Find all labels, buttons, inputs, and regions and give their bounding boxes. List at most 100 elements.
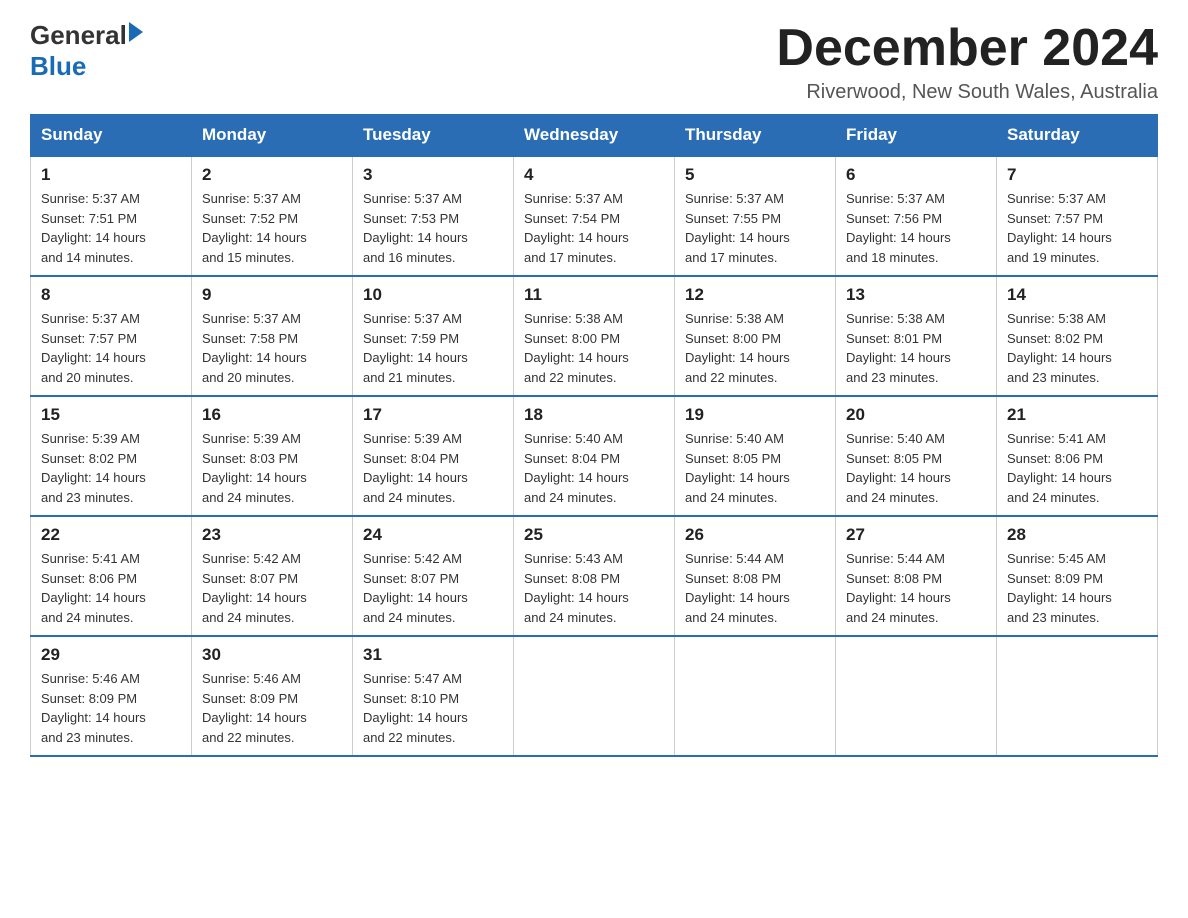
logo-blue: Blue (30, 51, 86, 82)
calendar-cell: 7 Sunrise: 5:37 AMSunset: 7:57 PMDaylight… (997, 156, 1158, 276)
day-number: 16 (202, 405, 342, 425)
month-title: December 2024 (776, 20, 1158, 77)
day-number: 27 (846, 525, 986, 545)
day-info: Sunrise: 5:37 AMSunset: 7:57 PMDaylight:… (41, 309, 181, 387)
day-number: 19 (685, 405, 825, 425)
day-number: 29 (41, 645, 181, 665)
day-info: Sunrise: 5:37 AMSunset: 7:57 PMDaylight:… (1007, 189, 1147, 267)
calendar-cell: 14Sunrise: 5:38 AMSunset: 8:02 PMDayligh… (997, 276, 1158, 396)
calendar-cell: 27Sunrise: 5:44 AMSunset: 8:08 PMDayligh… (836, 516, 997, 636)
calendar-cell (675, 636, 836, 756)
day-number: 25 (524, 525, 664, 545)
day-info: Sunrise: 5:37 AMSunset: 7:56 PMDaylight:… (846, 189, 986, 267)
logo-arrow-icon (129, 22, 143, 42)
calendar-cell: 5Sunrise: 5:37 AMSunset: 7:55 PMDaylight… (675, 156, 836, 276)
day-number: 2 (202, 165, 342, 185)
day-info: Sunrise: 5:41 AMSunset: 8:06 PMDaylight:… (1007, 429, 1147, 507)
day-number: 13 (846, 285, 986, 305)
calendar-cell: 13Sunrise: 5:38 AMSunset: 8:01 PMDayligh… (836, 276, 997, 396)
calendar-cell: 11 Sunrise: 5:38 AMSunset: 8:00 PMDayligh… (514, 276, 675, 396)
calendar-cell: 18 Sunrise: 5:40 AMSunset: 8:04 PMDayligh… (514, 396, 675, 516)
calendar-cell: 28 Sunrise: 5:45 AMSunset: 8:09 PMDayligh… (997, 516, 1158, 636)
day-info: Sunrise: 5:40 AMSunset: 8:05 PMDaylight:… (846, 429, 986, 507)
logo-general: General (30, 20, 127, 51)
calendar-cell: 4Sunrise: 5:37 AMSunset: 7:54 PMDaylight… (514, 156, 675, 276)
day-number: 11 (524, 285, 664, 305)
day-info: Sunrise: 5:43 AMSunset: 8:08 PMDaylight:… (524, 549, 664, 627)
weekday-header-monday: Monday (192, 115, 353, 157)
day-info: Sunrise: 5:46 AMSunset: 8:09 PMDaylight:… (41, 669, 181, 747)
calendar-cell (836, 636, 997, 756)
calendar-cell: 2 Sunrise: 5:37 AMSunset: 7:52 PMDaylight… (192, 156, 353, 276)
day-number: 17 (363, 405, 503, 425)
day-info: Sunrise: 5:39 AMSunset: 8:04 PMDaylight:… (363, 429, 503, 507)
day-number: 31 (363, 645, 503, 665)
day-info: Sunrise: 5:46 AMSunset: 8:09 PMDaylight:… (202, 669, 342, 747)
day-number: 28 (1007, 525, 1147, 545)
calendar-cell (997, 636, 1158, 756)
day-number: 30 (202, 645, 342, 665)
day-number: 1 (41, 165, 181, 185)
day-info: Sunrise: 5:38 AMSunset: 8:00 PMDaylight:… (685, 309, 825, 387)
day-info: Sunrise: 5:37 AMSunset: 7:53 PMDaylight:… (363, 189, 503, 267)
day-info: Sunrise: 5:45 AMSunset: 8:09 PMDaylight:… (1007, 549, 1147, 627)
calendar-week-row: 22 Sunrise: 5:41 AMSunset: 8:06 PMDayligh… (31, 516, 1158, 636)
day-info: Sunrise: 5:37 AMSunset: 7:54 PMDaylight:… (524, 189, 664, 267)
day-number: 7 (1007, 165, 1147, 185)
day-number: 18 (524, 405, 664, 425)
calendar-cell: 1 Sunrise: 5:37 AMSunset: 7:51 PMDaylight… (31, 156, 192, 276)
calendar-cell: 22 Sunrise: 5:41 AMSunset: 8:06 PMDayligh… (31, 516, 192, 636)
calendar-week-row: 15 Sunrise: 5:39 AMSunset: 8:02 PMDayligh… (31, 396, 1158, 516)
weekday-header-wednesday: Wednesday (514, 115, 675, 157)
weekday-header-tuesday: Tuesday (353, 115, 514, 157)
calendar-cell: 15 Sunrise: 5:39 AMSunset: 8:02 PMDayligh… (31, 396, 192, 516)
day-info: Sunrise: 5:37 AMSunset: 7:59 PMDaylight:… (363, 309, 503, 387)
day-number: 10 (363, 285, 503, 305)
day-number: 9 (202, 285, 342, 305)
day-info: Sunrise: 5:37 AMSunset: 7:52 PMDaylight:… (202, 189, 342, 267)
calendar-cell: 19Sunrise: 5:40 AMSunset: 8:05 PMDayligh… (675, 396, 836, 516)
page-header: General Blue December 2024 Riverwood, Ne… (30, 20, 1158, 104)
day-info: Sunrise: 5:39 AMSunset: 8:02 PMDaylight:… (41, 429, 181, 507)
day-info: Sunrise: 5:40 AMSunset: 8:04 PMDaylight:… (524, 429, 664, 507)
calendar-cell: 16 Sunrise: 5:39 AMSunset: 8:03 PMDayligh… (192, 396, 353, 516)
day-number: 5 (685, 165, 825, 185)
calendar-week-row: 1 Sunrise: 5:37 AMSunset: 7:51 PMDaylight… (31, 156, 1158, 276)
day-info: Sunrise: 5:44 AMSunset: 8:08 PMDaylight:… (685, 549, 825, 627)
calendar-cell: 10 Sunrise: 5:37 AMSunset: 7:59 PMDayligh… (353, 276, 514, 396)
calendar-cell: 12 Sunrise: 5:38 AMSunset: 8:00 PMDayligh… (675, 276, 836, 396)
day-number: 6 (846, 165, 986, 185)
day-number: 23 (202, 525, 342, 545)
day-number: 20 (846, 405, 986, 425)
calendar-cell: 26 Sunrise: 5:44 AMSunset: 8:08 PMDayligh… (675, 516, 836, 636)
weekday-header-saturday: Saturday (997, 115, 1158, 157)
day-number: 12 (685, 285, 825, 305)
weekday-header-row: SundayMondayTuesdayWednesdayThursdayFrid… (31, 115, 1158, 157)
day-info: Sunrise: 5:37 AMSunset: 7:51 PMDaylight:… (41, 189, 181, 267)
day-number: 15 (41, 405, 181, 425)
calendar-cell: 6 Sunrise: 5:37 AMSunset: 7:56 PMDaylight… (836, 156, 997, 276)
day-number: 3 (363, 165, 503, 185)
day-info: Sunrise: 5:38 AMSunset: 8:00 PMDaylight:… (524, 309, 664, 387)
day-number: 24 (363, 525, 503, 545)
calendar-cell: 8Sunrise: 5:37 AMSunset: 7:57 PMDaylight… (31, 276, 192, 396)
calendar-cell: 3 Sunrise: 5:37 AMSunset: 7:53 PMDaylight… (353, 156, 514, 276)
calendar-table: SundayMondayTuesdayWednesdayThursdayFrid… (30, 114, 1158, 757)
day-number: 26 (685, 525, 825, 545)
day-info: Sunrise: 5:37 AMSunset: 7:58 PMDaylight:… (202, 309, 342, 387)
calendar-cell: 30 Sunrise: 5:46 AMSunset: 8:09 PMDayligh… (192, 636, 353, 756)
title-section: December 2024 Riverwood, New South Wales… (776, 20, 1158, 104)
calendar-week-row: 29 Sunrise: 5:46 AMSunset: 8:09 PMDayligh… (31, 636, 1158, 756)
day-info: Sunrise: 5:41 AMSunset: 8:06 PMDaylight:… (41, 549, 181, 627)
calendar-cell: 17 Sunrise: 5:39 AMSunset: 8:04 PMDayligh… (353, 396, 514, 516)
calendar-cell: 29 Sunrise: 5:46 AMSunset: 8:09 PMDayligh… (31, 636, 192, 756)
day-info: Sunrise: 5:47 AMSunset: 8:10 PMDaylight:… (363, 669, 503, 747)
weekday-header-sunday: Sunday (31, 115, 192, 157)
logo: General Blue (30, 20, 143, 82)
day-info: Sunrise: 5:39 AMSunset: 8:03 PMDaylight:… (202, 429, 342, 507)
day-info: Sunrise: 5:38 AMSunset: 8:02 PMDaylight:… (1007, 309, 1147, 387)
calendar-cell: 23Sunrise: 5:42 AMSunset: 8:07 PMDayligh… (192, 516, 353, 636)
day-number: 22 (41, 525, 181, 545)
weekday-header-thursday: Thursday (675, 115, 836, 157)
calendar-cell: 31 Sunrise: 5:47 AMSunset: 8:10 PMDayligh… (353, 636, 514, 756)
